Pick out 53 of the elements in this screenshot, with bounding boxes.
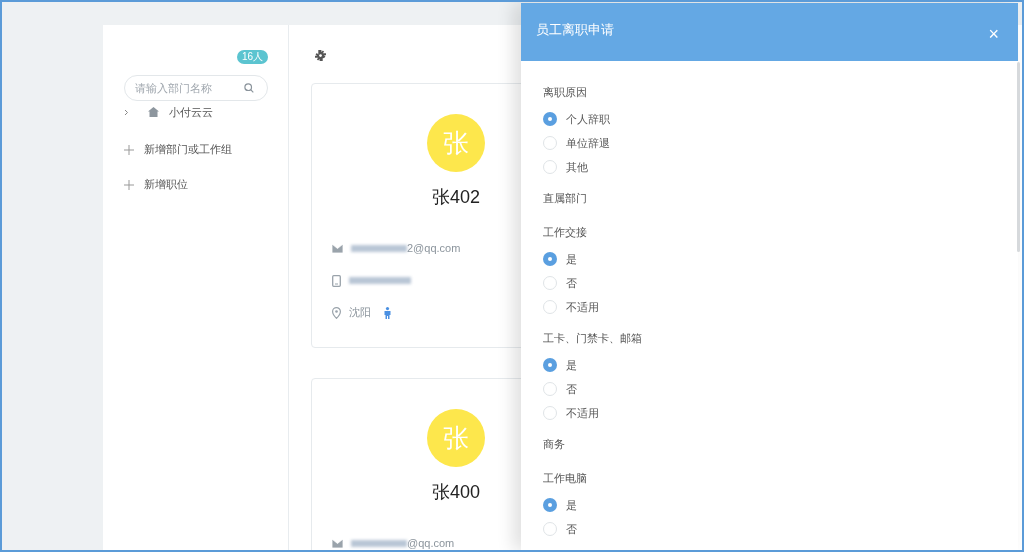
search-field[interactable]: 请输入部门名称 — [124, 75, 268, 101]
member-count-badge: 16人 — [236, 50, 268, 64]
radio-button[interactable] — [543, 112, 557, 126]
radio-button[interactable] — [543, 160, 557, 174]
plus-icon — [124, 179, 134, 190]
redacted-text — [351, 540, 407, 547]
radio-option[interactable]: 否 — [543, 271, 577, 295]
radio-button[interactable] — [543, 522, 557, 536]
avatar: 张 — [427, 114, 485, 172]
redacted-text — [351, 245, 407, 252]
email-text: 2@qq.com — [407, 241, 461, 257]
search-icon — [244, 83, 254, 93]
section-label: 离职原因 — [543, 85, 587, 100]
section-label: 商务 — [543, 437, 565, 452]
radio-option[interactable]: 个人辞职 — [543, 107, 610, 131]
plus-icon — [124, 144, 134, 155]
drawer-title: 员工离职申请 — [536, 21, 614, 40]
add-action[interactable]: 新增职位 — [124, 177, 288, 192]
email-text: @qq.com — [407, 536, 455, 550]
radio-option[interactable]: 是 — [543, 247, 577, 271]
radio-button[interactable] — [543, 252, 557, 266]
employee-name: 张402 — [431, 186, 480, 209]
redacted-text — [349, 277, 411, 284]
radio-option[interactable]: 否 — [543, 377, 577, 401]
phone-icon — [332, 274, 341, 287]
radio-option[interactable]: 是 — [543, 353, 577, 377]
radio-option[interactable]: 不适用 — [543, 295, 599, 319]
radio-button[interactable] — [543, 136, 557, 150]
section-label: 工作电脑 — [543, 471, 587, 486]
avatar: 张 — [427, 409, 485, 467]
radio-option[interactable]: 不适用 — [543, 401, 599, 425]
radio-button[interactable] — [543, 498, 557, 512]
mail-icon — [332, 244, 343, 253]
radio-button[interactable] — [543, 382, 557, 396]
section-label: 直属部门 — [543, 191, 587, 206]
city-text: 沈阳 — [349, 305, 371, 321]
add-action[interactable]: 新增部门或工作组 — [124, 142, 288, 157]
radio-option[interactable]: 否 — [543, 517, 577, 541]
employee-name: 张400 — [431, 481, 480, 504]
radio-button[interactable] — [543, 406, 557, 420]
person-icon — [384, 306, 391, 319]
location-pin-icon — [332, 306, 341, 319]
radio-option[interactable]: 其他 — [543, 155, 588, 179]
radio-button[interactable] — [543, 300, 557, 314]
radio-option[interactable]: 是 — [543, 493, 577, 517]
radio-option[interactable]: 单位辞退 — [543, 131, 610, 155]
radio-button[interactable] — [543, 276, 557, 290]
section-label: 工卡、门禁卡、邮箱 — [543, 331, 642, 346]
section-label: 工作交接 — [543, 225, 587, 240]
tree-item[interactable]: 小付云云 — [124, 102, 288, 122]
settings-icon[interactable] — [315, 50, 326, 61]
radio-button[interactable] — [543, 358, 557, 372]
home-icon — [148, 107, 159, 117]
